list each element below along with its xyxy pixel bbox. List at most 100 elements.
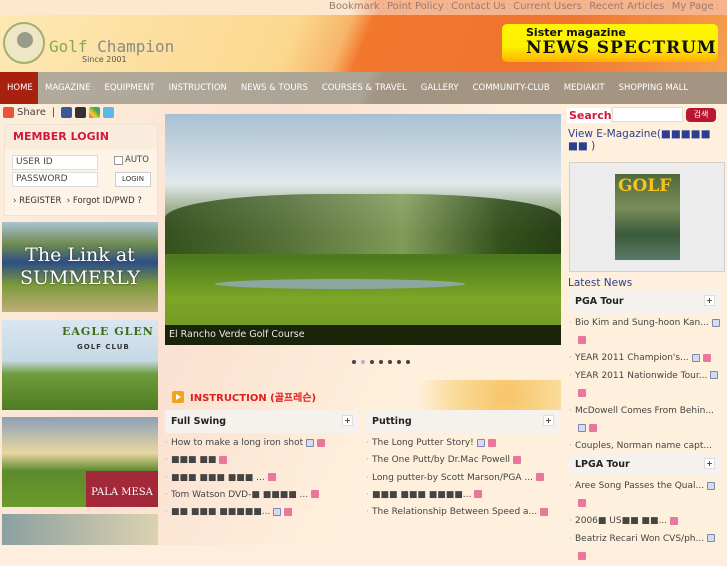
item-title[interactable]: How to make a long iron shot: [171, 438, 303, 448]
list-item[interactable]: Bio Kim and Sung-hoon Kan...: [569, 315, 721, 350]
new-heart-icon: [578, 336, 586, 344]
slide-dot[interactable]: [361, 360, 365, 364]
share-plus-icon[interactable]: [3, 107, 14, 118]
share-label[interactable]: Share: [17, 107, 46, 118]
nav-item-news-tours[interactable]: NEWS & TOURS: [234, 72, 315, 104]
lpga-title[interactable]: LPGA Tour: [575, 459, 630, 470]
nav-item-home[interactable]: HOME: [0, 72, 38, 104]
top-link[interactable]: My Page: [672, 1, 714, 12]
pga-title[interactable]: PGA Tour: [575, 296, 624, 307]
list-item[interactable]: Aree Song Passes the Qual...: [569, 478, 721, 513]
nav-item-mediakit[interactable]: MEDIAKIT: [557, 72, 612, 104]
cover-title: GOLF: [618, 176, 672, 196]
item-title[interactable]: YEAR 2011 Nationwide Tour...: [575, 371, 707, 381]
forgot-link[interactable]: Forgot ID/PWD ?: [73, 196, 142, 206]
item-title[interactable]: YEAR 2011 Champion's...: [575, 353, 689, 363]
lpga-more-button[interactable]: +: [704, 458, 715, 469]
new-heart-icon: [578, 499, 586, 507]
putting-title[interactable]: Putting: [372, 416, 412, 427]
slide-dot[interactable]: [379, 360, 383, 364]
list-item[interactable]: Long putter-by Scott Marson/PGA ...: [366, 470, 560, 487]
list-item[interactable]: The Long Putter Story!: [366, 435, 560, 453]
logo-name-b: Champion: [97, 37, 175, 56]
logo-seal-icon[interactable]: [3, 22, 45, 64]
slide-dot[interactable]: [352, 360, 356, 364]
user-id-input[interactable]: USER ID: [12, 155, 98, 170]
slide-dot[interactable]: [397, 360, 401, 364]
list-item[interactable]: 2006■ US■■ ■■...: [569, 513, 721, 531]
google-icon[interactable]: [89, 107, 101, 118]
putting-more-button[interactable]: +: [543, 415, 554, 426]
myspace-icon[interactable]: [75, 107, 87, 118]
eagle-glen-banner[interactable]: EAGLE GLEN GOLF CLUB: [2, 320, 158, 410]
view-emagazine-link[interactable]: View E-Magazine(■■■■■ ■■ ): [568, 128, 723, 152]
slide-dot[interactable]: [406, 360, 410, 364]
full-swing-more-button[interactable]: +: [342, 415, 353, 426]
list-item[interactable]: Tom Watson DVD-■ ■■■■ ...: [165, 487, 359, 504]
course-banner[interactable]: [2, 514, 158, 545]
list-item[interactable]: The One Putt/by Dr.Mac Powell: [366, 452, 560, 470]
item-title[interactable]: Beatriz Recari Won CVS/ph...: [575, 534, 704, 544]
item-title[interactable]: ■■ ■■■ ■■■■■...: [171, 507, 270, 517]
new-heart-icon: [267, 473, 276, 482]
nav-item-equipment[interactable]: EQUIPMENT: [97, 72, 161, 104]
magazine-cover[interactable]: GOLF: [615, 174, 680, 260]
top-link[interactable]: Current Users: [513, 1, 582, 12]
search-button[interactable]: 검색: [686, 108, 716, 122]
nav-item-gallery[interactable]: GALLERY: [414, 72, 466, 104]
nav-item-shopping-mall[interactable]: SHOPPING MALL: [612, 72, 696, 104]
register-link[interactable]: REGISTER: [19, 196, 61, 206]
item-title[interactable]: Long putter-by Scott Marson/PGA ...: [372, 473, 533, 483]
sister-magazine-banner[interactable]: Sister magazine NEWS SPECTRUM: [502, 24, 718, 62]
list-item[interactable]: The Relationship Between Speed a...: [366, 504, 560, 522]
search-input[interactable]: [612, 107, 683, 122]
nav-item-magazine[interactable]: MAGAZINE: [38, 72, 97, 104]
list-item[interactable]: ■■ ■■■ ■■■■■...: [165, 504, 359, 522]
list-item[interactable]: YEAR 2011 Champion's...: [569, 350, 721, 368]
putting-box: Putting + The Long Putter Story! The One P…: [366, 410, 560, 522]
instruction-title[interactable]: INSTRUCTION (골프레슨): [190, 389, 316, 404]
item-title[interactable]: ■■■ ■■■ ■■■■...: [372, 490, 471, 500]
slide-dot[interactable]: [388, 360, 392, 364]
item-title[interactable]: Aree Song Passes the Qual...: [575, 481, 704, 491]
item-title[interactable]: The One Putt/by Dr.Mac Powell: [372, 455, 510, 465]
list-item[interactable]: ■■■ ■■■ ■■■ ...: [165, 470, 359, 487]
top-link[interactable]: Bookmark: [329, 1, 380, 12]
login-button[interactable]: LOGIN: [115, 172, 151, 187]
top-link[interactable]: Point Policy: [387, 1, 444, 12]
top-link[interactable]: Contact Us: [451, 1, 506, 12]
item-title[interactable]: The Relationship Between Speed a...: [372, 507, 537, 517]
nav-item-courses-travel[interactable]: COURSES & TRAVEL: [315, 72, 414, 104]
list-item[interactable]: ■■■ ■■■ ■■■■...: [366, 487, 560, 504]
auto-login-checkbox[interactable]: AUTO: [114, 155, 149, 165]
pala-mesa-banner[interactable]: PALA MESA: [2, 417, 158, 507]
item-title[interactable]: Tom Watson DVD-■ ■■■■ ...: [171, 490, 308, 500]
item-title[interactable]: McDowell Comes From Behin...: [575, 406, 714, 416]
item-title[interactable]: The Long Putter Story!: [372, 438, 474, 448]
pga-more-button[interactable]: +: [704, 295, 715, 306]
putting-list: The Long Putter Story! The One Putt/by Dr…: [366, 433, 560, 522]
list-item[interactable]: ■■■ ■■: [165, 452, 359, 470]
nav-item-community-club[interactable]: COMMUNITY-CLUB: [466, 72, 557, 104]
item-title[interactable]: 2006■ US■■ ■■...: [575, 516, 667, 526]
full-swing-title[interactable]: Full Swing: [171, 416, 226, 427]
item-title[interactable]: ■■■ ■■■ ■■■ ...: [171, 473, 265, 483]
item-title[interactable]: Bio Kim and Sung-hoon Kan...: [575, 318, 709, 328]
nav-item-instruction[interactable]: INSTRUCTION: [162, 72, 234, 104]
item-title[interactable]: Couples, Norman name capt...: [575, 441, 712, 451]
list-item[interactable]: YEAR 2011 Nationwide Tour...: [569, 368, 721, 403]
item-title[interactable]: ■■■ ■■: [171, 455, 216, 465]
course-slider[interactable]: El Rancho Verde Golf Course: [165, 114, 561, 345]
list-item[interactable]: How to make a long iron shot: [165, 435, 359, 453]
list-item[interactable]: McDowell Comes From Behin...: [569, 403, 721, 438]
slide-dot[interactable]: [370, 360, 374, 364]
list-item[interactable]: Beatriz Recari Won CVS/ph...: [569, 531, 721, 566]
summerly-banner[interactable]: The Link at SUMMERLY: [2, 222, 158, 312]
logo-text[interactable]: Golf Champion: [49, 37, 174, 56]
checkbox-icon[interactable]: [114, 155, 123, 165]
header: Golf Champion Since 2001 Sister magazine…: [0, 15, 727, 72]
password-input[interactable]: PASSWORD: [12, 172, 98, 187]
top-link[interactable]: Recent Articles: [589, 1, 664, 12]
twitter-icon[interactable]: [103, 107, 115, 118]
facebook-icon[interactable]: [61, 107, 73, 118]
